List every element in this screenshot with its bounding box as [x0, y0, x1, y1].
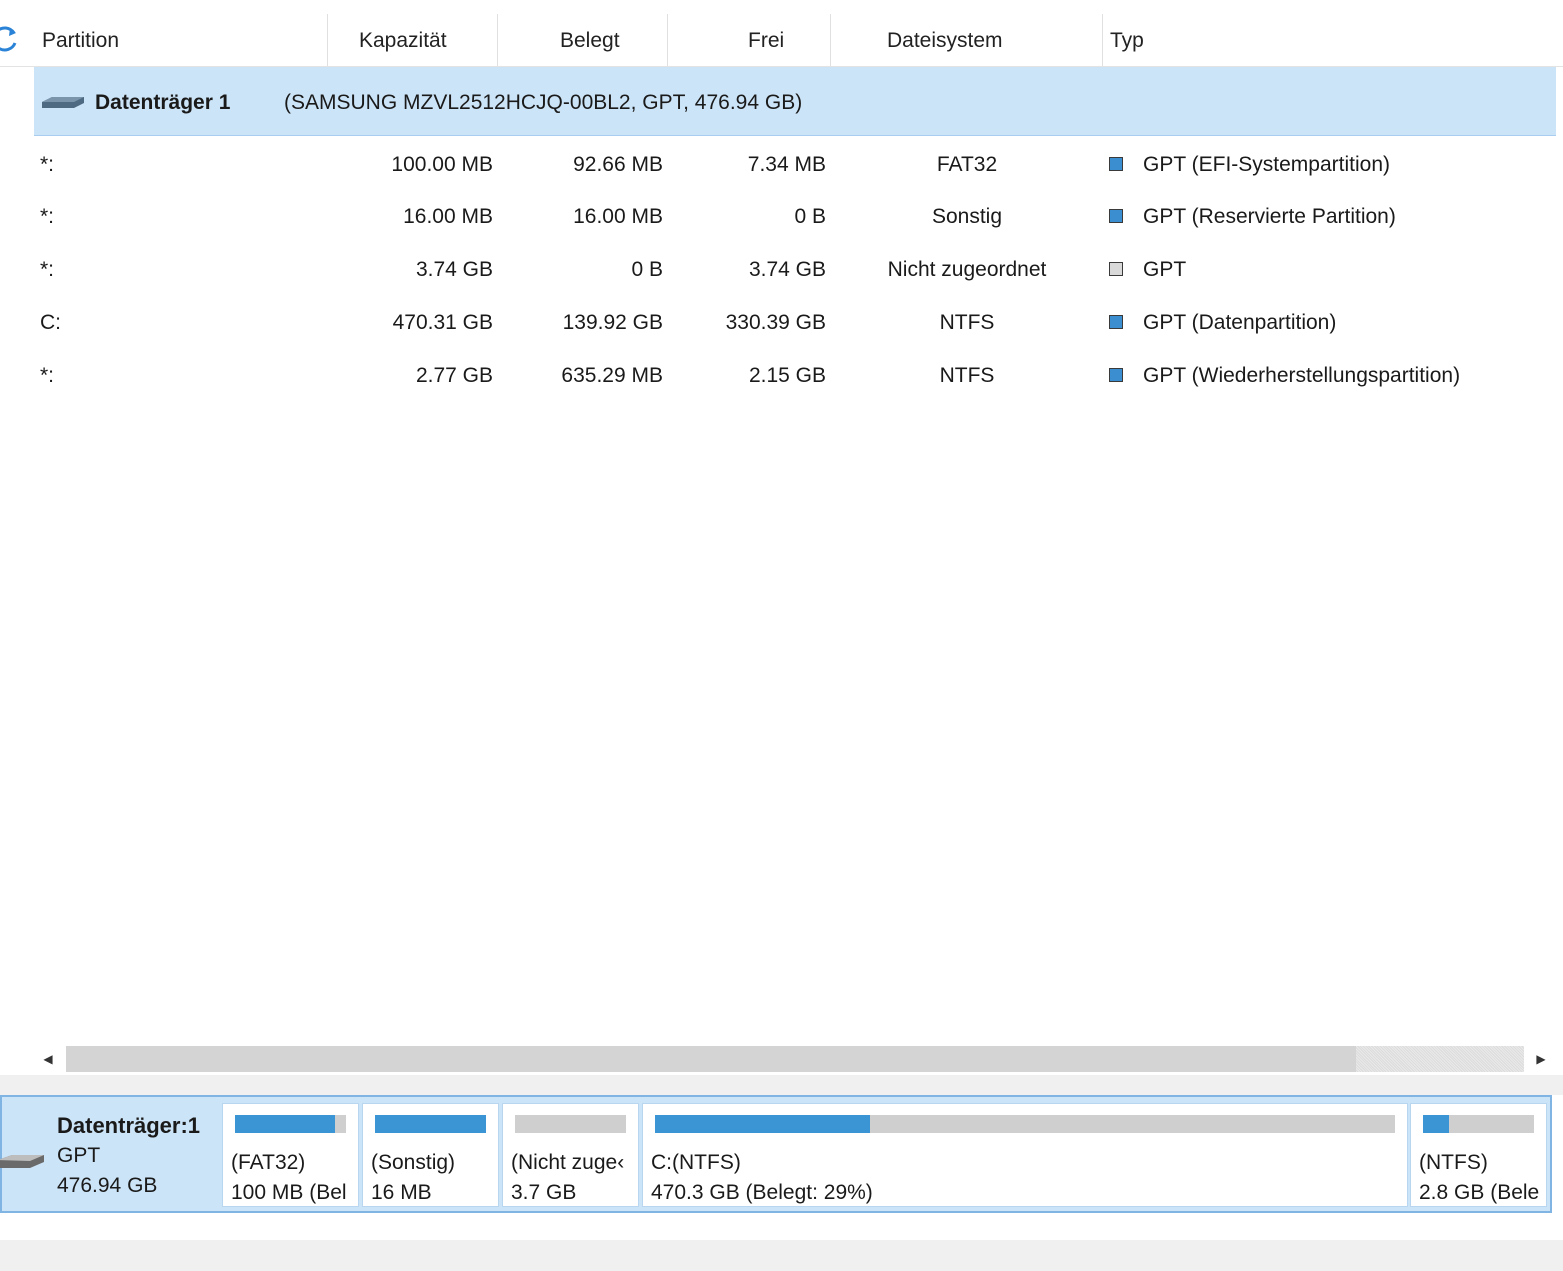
disk-name: Datenträger 1	[95, 91, 231, 114]
partition-block-label: (FAT32) 100 MB (Bel	[231, 1148, 347, 1206]
disk-map-size: 476.94 GB	[57, 1174, 158, 1197]
partition-color-swatch	[1109, 262, 1123, 276]
filesystem-value: NTFS	[939, 364, 995, 387]
column-divider[interactable]	[497, 14, 498, 66]
partition-block-size: 470.3 GB (Belegt: 29%)	[651, 1181, 873, 1204]
partition-block-fs: (NTFS)	[1419, 1151, 1488, 1174]
disk-map-info: Datenträger:1 GPT 476.94 GB	[57, 1111, 200, 1201]
partition-block[interactable]: (NTFS) 2.8 GB (Bele	[1410, 1103, 1547, 1207]
free-value: 3.74 GB	[748, 258, 826, 281]
partition-block-label: (Sonstig) 16 MB	[371, 1148, 456, 1206]
capacity-value: 100.00 MB	[391, 153, 493, 176]
free-value: 0 B	[794, 205, 826, 228]
scroll-right-arrow[interactable]: ▶	[1529, 1047, 1553, 1071]
partition-row[interactable]: *: 100.00 MB 92.66 MB 7.34 MB FAT32 GPT …	[34, 139, 1556, 191]
partition-color-swatch	[1109, 368, 1123, 382]
partition-row[interactable]: C: 470.31 GB 139.92 GB 330.39 GB NTFS GP…	[34, 297, 1556, 349]
disk-row[interactable]: Datenträger 1 (SAMSUNG MZVL2512HCJQ-00BL…	[34, 67, 1556, 136]
partition-block-label: C:(NTFS) 470.3 GB (Belegt: 29%)	[651, 1148, 873, 1206]
usage-fill	[235, 1115, 335, 1133]
partition-block-size: 3.7 GB	[511, 1181, 577, 1204]
column-capacity[interactable]: Kapazität	[359, 14, 447, 66]
used-value: 16.00 MB	[573, 205, 663, 228]
partition-row[interactable]: *: 16.00 MB 16.00 MB 0 B Sonstig GPT (Re…	[34, 191, 1556, 243]
partition-block-label: (Nicht zuge‹ 3.7 GB	[511, 1148, 625, 1206]
usage-bar	[655, 1115, 1395, 1133]
partition-color-swatch	[1109, 209, 1123, 223]
partition-block-label: (NTFS) 2.8 GB (Bele	[1419, 1148, 1540, 1206]
scroll-thumb[interactable]	[66, 1046, 1356, 1072]
partition-block-fs: (FAT32)	[231, 1151, 306, 1174]
free-value: 330.39 GB	[725, 311, 826, 334]
used-value: 139.92 GB	[562, 311, 663, 334]
partition-block-fs: (Nicht zuge‹	[511, 1151, 625, 1174]
partition-block-fs: (Sonstig)	[371, 1151, 456, 1174]
partition-letter: *:	[40, 153, 55, 176]
partition-letter: *:	[40, 205, 55, 228]
partition-block[interactable]: (Nicht zuge‹ 3.7 GB	[502, 1103, 639, 1207]
filesystem-value: Sonstig	[931, 205, 1003, 228]
usage-bar	[1423, 1115, 1534, 1133]
used-value: 635.29 MB	[561, 364, 663, 387]
column-type[interactable]: Typ	[1110, 14, 1144, 66]
scroll-left-arrow[interactable]: ◀	[36, 1047, 60, 1071]
column-divider[interactable]	[1102, 14, 1103, 66]
disk-map-title: Datenträger:1	[57, 1113, 201, 1138]
filesystem-value: NTFS	[939, 311, 995, 334]
partition-block[interactable]: (Sonstig) 16 MB	[362, 1103, 499, 1207]
partition-block-size: 2.8 GB (Bele	[1419, 1181, 1540, 1204]
usage-fill	[655, 1115, 870, 1133]
type-value: GPT (Datenpartition)	[1143, 311, 1337, 334]
panel-divider	[0, 1075, 1563, 1095]
column-header: Partition Kapazität Belegt Frei Dateisys…	[0, 14, 1563, 67]
filesystem-value: Nicht zugeordnet	[887, 258, 1047, 281]
type-value: GPT	[1143, 258, 1187, 281]
used-value: 0 B	[631, 258, 663, 281]
capacity-value: 2.77 GB	[415, 364, 493, 387]
status-bar	[0, 1240, 1563, 1271]
free-value: 7.34 MB	[747, 153, 826, 176]
usage-bar	[375, 1115, 486, 1133]
disk-detail: (SAMSUNG MZVL2512HCJQ-00BL2, GPT, 476.94…	[284, 91, 803, 114]
column-used[interactable]: Belegt	[560, 14, 620, 66]
used-value: 92.66 MB	[573, 153, 663, 176]
partition-color-swatch	[1109, 315, 1123, 329]
usage-fill	[1423, 1115, 1449, 1133]
capacity-value: 16.00 MB	[403, 205, 493, 228]
horizontal-scrollbar[interactable]: ◀ ▶	[34, 1043, 1556, 1075]
column-free[interactable]: Frei	[748, 14, 784, 66]
disk-map[interactable]: Datenträger:1 GPT 476.94 GB (FAT32) 100 …	[0, 1095, 1552, 1213]
column-divider[interactable]	[667, 14, 668, 66]
filesystem-value: FAT32	[936, 153, 998, 176]
type-value: GPT (Wiederherstellungspartition)	[1143, 364, 1461, 387]
column-divider[interactable]	[830, 14, 831, 66]
partition-letter: *:	[40, 364, 55, 387]
disk-icon	[40, 95, 86, 116]
partition-block[interactable]: (FAT32) 100 MB (Bel	[222, 1103, 359, 1207]
disk-map-scheme: GPT	[57, 1144, 101, 1167]
type-value: GPT (Reservierte Partition)	[1143, 205, 1396, 228]
partition-block[interactable]: C:(NTFS) 470.3 GB (Belegt: 29%)	[642, 1103, 1408, 1207]
usage-bar	[515, 1115, 626, 1133]
free-value: 2.15 GB	[748, 364, 826, 387]
usage-bar	[235, 1115, 346, 1133]
column-divider[interactable]	[327, 14, 328, 66]
partition-block-size: 100 MB (Bel	[231, 1181, 347, 1204]
column-filesystem[interactable]: Dateisystem	[887, 14, 1003, 66]
partition-block-size: 16 MB	[371, 1181, 432, 1204]
column-partition[interactable]: Partition	[42, 14, 119, 66]
type-value: GPT (EFI-Systempartition)	[1143, 153, 1390, 176]
partition-color-swatch	[1109, 157, 1123, 171]
capacity-value: 3.74 GB	[415, 258, 493, 281]
capacity-value: 470.31 GB	[392, 311, 493, 334]
disk-icon	[0, 1151, 46, 1178]
partition-letter: C:	[40, 311, 61, 334]
partition-letter: *:	[40, 258, 55, 281]
partition-row[interactable]: *: 2.77 GB 635.29 MB 2.15 GB NTFS GPT (W…	[34, 350, 1556, 402]
partition-block-fs: C:(NTFS)	[651, 1151, 741, 1174]
usage-fill	[375, 1115, 486, 1133]
partition-row[interactable]: *: 3.74 GB 0 B 3.74 GB Nicht zugeordnet …	[34, 244, 1556, 296]
